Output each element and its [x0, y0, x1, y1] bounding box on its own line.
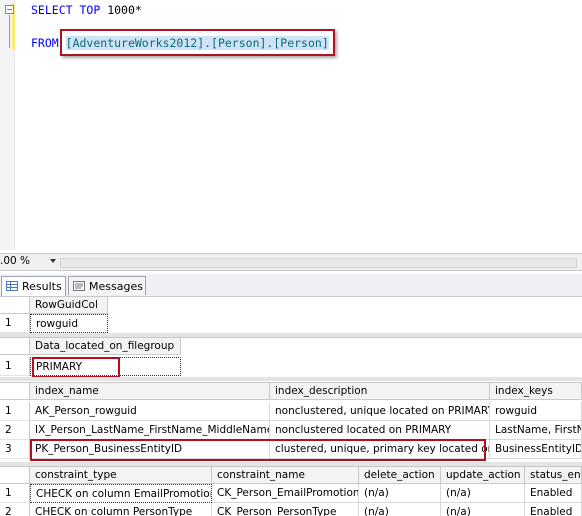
row-number[interactable]: 1	[0, 314, 30, 333]
grid-cell[interactable]: (n/a)	[359, 503, 441, 516]
row-header-corner	[0, 338, 30, 355]
grid-cell[interactable]: LastName, FirstNa	[490, 421, 582, 440]
highlight-box-primary-key	[30, 439, 486, 461]
grid-cell[interactable]: nonclustered, unique located on PRIMARY	[270, 402, 490, 421]
tab-results-label: Results	[22, 280, 62, 293]
grid-cell[interactable]: Enabled	[525, 484, 582, 503]
zoom-dropdown-icon[interactable]	[50, 259, 56, 263]
grid-icon	[6, 281, 18, 291]
column-header[interactable]: RowGuidCol	[30, 297, 108, 314]
grid-splitter[interactable]	[0, 377, 582, 381]
index-grid[interactable]: index_name index_description index_keys …	[0, 382, 582, 463]
column-header[interactable]: index_description	[270, 383, 490, 400]
grid-cell[interactable]: IX_Person_LastName_FirstName_MiddleName	[30, 421, 270, 440]
row-number[interactable]: 2	[0, 421, 30, 440]
zoom-bar: .00 %	[0, 253, 582, 271]
column-header[interactable]: index_name	[30, 383, 270, 400]
grid-cell[interactable]: CHECK on column PersonType	[30, 503, 212, 516]
select-keyword: SELECT	[31, 3, 73, 17]
column-header[interactable]: Data_located_on_filegroup	[30, 338, 181, 355]
tab-messages-label: Messages	[89, 280, 143, 293]
query-editor[interactable]: − SELECT TOP 1000* FROM [AdventureWorks2…	[0, 0, 582, 250]
collapse-icon[interactable]: −	[5, 5, 14, 14]
results-tabs: Results Messages	[0, 274, 582, 297]
row-number[interactable]: 1	[0, 357, 30, 376]
code-line-1[interactable]: SELECT TOP 1000*	[31, 3, 142, 17]
horizontal-scrollbar[interactable]	[60, 258, 577, 268]
grid-cell[interactable]: CK_Person_PersonType	[212, 503, 359, 516]
grid-cell[interactable]: (n/a)	[441, 484, 525, 503]
grid-cell[interactable]: AK_Person_rowguid	[30, 402, 270, 421]
top-count: 1000	[107, 3, 135, 17]
messages-icon	[73, 281, 85, 291]
grid-cell[interactable]: (n/a)	[441, 503, 525, 516]
grid-cell[interactable]: CK_Person_EmailPromotion	[212, 484, 359, 503]
grid-cell[interactable]: (n/a)	[359, 484, 441, 503]
row-number[interactable]: 1	[0, 484, 30, 503]
row-number[interactable]: 3	[0, 440, 30, 459]
column-header[interactable]: constraint_name	[212, 467, 359, 484]
grid-cell[interactable]: CHECK on column EmailPromotion	[30, 484, 212, 503]
rowguid-grid[interactable]: RowGuidCol 1 rowguid	[0, 296, 582, 334]
row-number[interactable]: 1	[0, 402, 30, 421]
column-header[interactable]: constraint_type	[30, 467, 212, 484]
row-header-corner	[0, 297, 30, 314]
tab-messages[interactable]: Messages	[68, 276, 146, 295]
row-header-corner	[0, 383, 30, 400]
column-header[interactable]: index_keys	[490, 383, 582, 400]
grid-cell[interactable]: BusinessEntityID	[490, 440, 582, 459]
constraint-grid[interactable]: constraint_type constraint_name delete_a…	[0, 466, 582, 516]
highlight-box-primary	[32, 357, 120, 378]
filegroup-grid[interactable]: Data_located_on_filegroup 1 PRIMARY	[0, 337, 582, 378]
zoom-level[interactable]: .00 %	[0, 255, 30, 267]
grid-cell[interactable]: rowguid	[490, 402, 582, 421]
star: *	[134, 3, 142, 17]
row-header-corner	[0, 467, 30, 484]
column-header[interactable]: delete_action	[359, 467, 441, 484]
fold-line	[9, 15, 10, 48]
tab-results[interactable]: Results	[1, 276, 66, 297]
highlight-box-table-name	[60, 29, 335, 56]
row-number[interactable]: 2	[0, 503, 30, 516]
grid-cell[interactable]: Enabled	[525, 503, 582, 516]
grid-cell[interactable]: nonclustered located on PRIMARY	[270, 421, 490, 440]
from-keyword: FROM	[31, 36, 59, 50]
grid-cell[interactable]: rowguid	[30, 314, 108, 333]
column-header[interactable]: status_ena	[525, 467, 582, 484]
top-keyword: TOP	[79, 3, 101, 17]
column-header[interactable]: update_action	[441, 467, 525, 484]
